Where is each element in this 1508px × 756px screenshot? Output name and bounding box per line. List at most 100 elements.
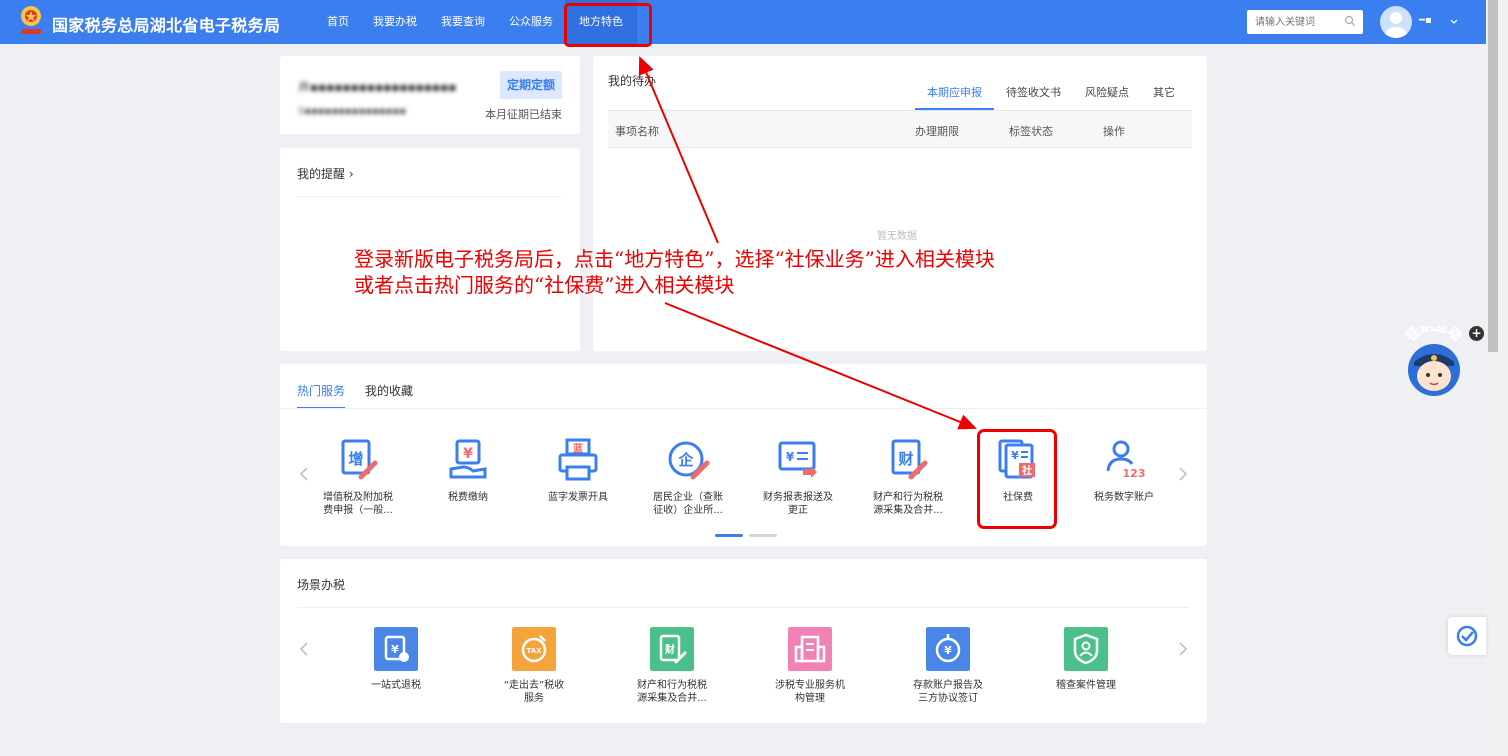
chevron-left-icon[interactable] xyxy=(298,465,310,483)
vat-declaration-icon: 增 xyxy=(341,439,378,480)
service-property-behavior-tax[interactable]: 财 财产和行为税税 源采集及合并... xyxy=(860,437,956,517)
todo-card: 我的待办 本期应申报 待签收文书 风险疑点 其它 事项名称 办理期限 标签状态 … xyxy=(593,56,1207,351)
svg-text:¥: ¥ xyxy=(944,644,952,657)
annotation-line-2: 或者点击热门服务的“社保费”进入相关模块 xyxy=(354,273,735,297)
feedback-button[interactable] xyxy=(1448,617,1486,655)
empty-data-text: 暂无数据 xyxy=(877,231,917,242)
site-title: 国家税务总局湖北省电子税务局 xyxy=(52,16,281,35)
carousel-dot-1[interactable] xyxy=(715,534,743,537)
shield-person-icon xyxy=(1064,627,1108,671)
tab-hot-services[interactable]: 热门服务 xyxy=(297,382,346,409)
column-header-deadline: 办理期限 xyxy=(915,125,959,138)
chevron-down-icon[interactable] xyxy=(1449,14,1459,28)
scene-tax-card: 场景办税 ¥ 一站式退税 TAX “走出去”税收 服务 财 财产和行为税税 源采… xyxy=(280,559,1207,723)
service-blue-invoice[interactable]: 蓝 蓝字发票开具 xyxy=(530,437,626,504)
tab-other[interactable]: 其它 xyxy=(1141,76,1187,108)
scene-property-behavior-tax[interactable]: 财 财产和行为税税 源采集及合并... xyxy=(624,627,720,705)
annotation-line-1: 登录新版电子税务局后，点击“地方特色”，选择“社保业务”进入相关模块 xyxy=(354,247,995,271)
nav-do-tax[interactable]: 我要办税 xyxy=(361,0,429,44)
company-card: 井▪▪▪▪▪▪▪▪▪▪▪▪▪▪▪▪▪▪ S▪▪▪▪▪▪▪▪▪▪▪▪▪▪▪ 定期定… xyxy=(280,56,580,134)
chevron-right-icon[interactable] xyxy=(1177,640,1189,658)
nav-query[interactable]: 我要查询 xyxy=(429,0,497,44)
scene-label: 稽查案件管理 xyxy=(1056,680,1116,691)
service-vat-declaration[interactable]: 增 增值税及附加税 费申报（一般... xyxy=(310,437,406,517)
service-label: 财产和行为税税 源采集及合并... xyxy=(873,492,943,516)
tab-risk-doubts[interactable]: 风险疑点 xyxy=(1073,76,1141,108)
plus-icon[interactable]: + xyxy=(1469,326,1484,341)
reminder-title[interactable]: 我的提醒 › xyxy=(297,165,354,182)
service-label: 蓝字发票开具 xyxy=(548,492,608,503)
refresh-chat-icon xyxy=(1456,625,1478,647)
svg-text:财: 财 xyxy=(664,643,675,656)
divider xyxy=(280,408,1207,409)
svg-text:财: 财 xyxy=(898,450,913,468)
svg-text:增: 增 xyxy=(348,450,363,468)
scene-deposit-account-report[interactable]: ¥ 存款账户报告及 三方协议签订 xyxy=(900,627,996,705)
service-label: 财务报表报送及 更正 xyxy=(763,492,833,516)
hot-tabs: 热门服务 我的收藏 xyxy=(297,382,433,409)
carousel-dots xyxy=(715,534,783,537)
service-label: 居民企业（查账 征收）企业所... xyxy=(653,492,723,516)
svg-text:¥: ¥ xyxy=(463,446,473,462)
scene-one-stop-refund[interactable]: ¥ 一站式退税 xyxy=(348,627,444,692)
scene-label: 存款账户报告及 三方协议签订 xyxy=(913,680,983,704)
user-icon xyxy=(1385,12,1407,38)
service-label: 增值税及附加税 费申报（一般... xyxy=(323,492,393,516)
tab-current-declaration[interactable]: 本期应申报 xyxy=(915,76,994,110)
svg-text:企: 企 xyxy=(677,451,694,469)
chevron-left-icon[interactable] xyxy=(298,640,310,658)
service-tax-digital-account[interactable]: 123 税务数字账户 xyxy=(1076,437,1172,504)
scene-tax-agency-management[interactable]: 涉税专业服务机 构管理 xyxy=(762,627,858,705)
refund-icon: ¥ xyxy=(374,627,418,671)
property-tax-icon: 财 xyxy=(650,627,694,671)
todo-title: 我的待办 xyxy=(608,74,657,88)
period-status: 本月征期已结束 xyxy=(485,108,562,121)
avatar[interactable] xyxy=(1380,6,1412,38)
company-tax-id: S▪▪▪▪▪▪▪▪▪▪▪▪▪▪▪ xyxy=(298,106,407,117)
divider xyxy=(297,196,562,197)
scene-inspection-case-management[interactable]: 稽查案件管理 xyxy=(1038,627,1134,692)
scene-title: 场景办税 xyxy=(297,578,346,592)
scrollbar-thumb[interactable] xyxy=(1488,0,1498,352)
svg-text:蓝: 蓝 xyxy=(573,442,583,455)
service-label: 税务数字账户 xyxy=(1094,492,1154,503)
svg-text:¥: ¥ xyxy=(391,643,399,656)
column-header-item: 事项名称 xyxy=(615,125,659,138)
company-name: 井▪▪▪▪▪▪▪▪▪▪▪▪▪▪▪▪▪▪ xyxy=(298,80,457,94)
carousel-dot-2[interactable] xyxy=(749,534,777,537)
nav-public-service[interactable]: 公众服务 xyxy=(497,0,565,44)
nav-home[interactable]: 首页 xyxy=(315,0,361,44)
service-corporate-income-tax[interactable]: 企 居民企业（查账 征收）企业所... xyxy=(640,437,736,517)
scene-going-global[interactable]: TAX “走出去”税收 服务 xyxy=(486,627,582,705)
search-icon[interactable] xyxy=(1344,15,1356,27)
scene-label: 财产和行为税税 源采集及合并... xyxy=(637,680,707,704)
enterprise-icon: 企 xyxy=(668,441,710,480)
tab-my-favorites[interactable]: 我的收藏 xyxy=(365,382,413,407)
divider xyxy=(297,607,1189,608)
property-tax-icon: 财 xyxy=(891,439,928,480)
annotation-box-social-insurance xyxy=(977,429,1057,529)
globe-tax-icon: TAX xyxy=(512,627,556,671)
interactive-assistant-mascot-icon[interactable]: 征纳互动 xyxy=(1398,326,1470,398)
scene-label: 涉税专业服务机 构管理 xyxy=(775,680,845,704)
svg-text:TAX: TAX xyxy=(526,647,542,655)
service-financial-statements[interactable]: ¥ 财务报表报送及 更正 xyxy=(750,437,846,517)
tax-payment-icon: ¥ xyxy=(449,439,487,479)
annotation-text: 登录新版电子税务局后，点击“地方特色”，选择“社保业务”进入相关模块 或者点击热… xyxy=(354,246,995,298)
digital-account-icon: 123 xyxy=(1106,440,1145,480)
deposit-account-icon: ¥ xyxy=(926,627,970,671)
tax-emblem-icon xyxy=(21,6,41,34)
todo-tabs: 本期应申报 待签收文书 风险疑点 其它 xyxy=(915,76,1187,110)
scene-label: 一站式退税 xyxy=(371,680,421,691)
user-name[interactable]: ━▪ xyxy=(1419,15,1432,26)
service-label: 税费缴纳 xyxy=(448,492,488,503)
annotation-box-local-feature xyxy=(564,3,652,47)
todo-table-header: 事项名称 办理期限 标签状态 操作 xyxy=(608,110,1192,148)
financial-report-icon: ¥ xyxy=(778,441,817,478)
chevron-right-icon[interactable] xyxy=(1177,465,1189,483)
tab-documents-to-sign[interactable]: 待签收文书 xyxy=(994,76,1073,108)
fixed-quota-badge: 定期定额 xyxy=(500,71,562,99)
service-tax-payment[interactable]: ¥ 税费缴纳 xyxy=(420,437,516,504)
hot-services-card: 热门服务 我的收藏 增 增值税及附加税 费申报（一般... ¥ 税费缴纳 蓝 蓝字 xyxy=(280,364,1207,546)
assistant-label: 征纳互动 xyxy=(1403,326,1464,345)
